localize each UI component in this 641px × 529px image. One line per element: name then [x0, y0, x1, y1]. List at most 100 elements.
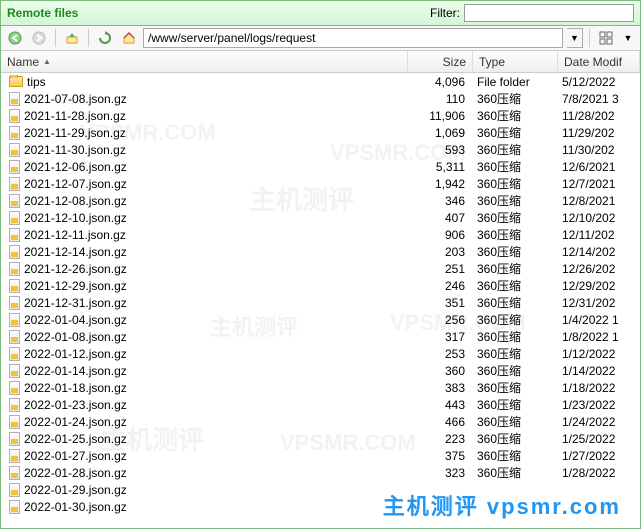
header-size[interactable]: Size	[408, 51, 473, 72]
file-row[interactable]: 2021-12-07.json.gz1,942360压缩12/7/2021	[1, 175, 640, 192]
file-row[interactable]: 2022-01-27.json.gz375360压缩1/27/2022	[1, 447, 640, 464]
file-row[interactable]: 2021-12-29.json.gz246360压缩12/29/202	[1, 277, 640, 294]
file-name: 2021-11-29.json.gz	[24, 126, 126, 140]
file-name: 2022-01-25.json.gz	[24, 432, 127, 446]
view-dropdown[interactable]: ▼	[620, 28, 636, 48]
cell-type: 360压缩	[471, 226, 556, 243]
cell-name: 2022-01-27.json.gz	[3, 449, 406, 463]
cell-name: tips	[3, 75, 406, 89]
file-row[interactable]: 2022-01-25.json.gz223360压缩1/25/2022	[1, 430, 640, 447]
archive-icon	[9, 245, 20, 259]
cell-date: 11/29/202	[556, 126, 638, 140]
cell-date: 12/8/2021	[556, 194, 638, 208]
archive-icon	[9, 313, 20, 327]
file-row[interactable]: 2022-01-23.json.gz443360压缩1/23/2022	[1, 396, 640, 413]
cell-size: 5,311	[406, 160, 471, 174]
cell-date: 1/24/2022	[556, 415, 638, 429]
cell-date: 12/11/202	[556, 228, 638, 242]
path-input[interactable]: /www/server/panel/logs/request	[143, 28, 563, 48]
cell-name: 2022-01-28.json.gz	[3, 466, 406, 480]
header-name[interactable]: Name▲	[1, 51, 408, 72]
file-name: 2021-11-30.json.gz	[24, 143, 126, 157]
up-button[interactable]	[62, 28, 82, 48]
cell-name: 2022-01-25.json.gz	[3, 432, 406, 446]
file-name: 2022-01-24.json.gz	[24, 415, 127, 429]
file-row[interactable]: 2021-07-08.json.gz110360压缩7/8/2021 3	[1, 90, 640, 107]
file-row[interactable]: 2021-12-10.json.gz407360压缩12/10/202	[1, 209, 640, 226]
cell-size: 4,096	[406, 75, 471, 89]
refresh-button[interactable]	[95, 28, 115, 48]
file-row[interactable]: 2022-01-14.json.gz360360压缩1/14/2022	[1, 362, 640, 379]
cell-size: 407	[406, 211, 471, 225]
file-row[interactable]: 2022-01-04.json.gz256360压缩1/4/2022 1	[1, 311, 640, 328]
file-list[interactable]: tips4,096File folder5/12/20222021-07-08.…	[1, 73, 640, 528]
cell-type: 360压缩	[471, 107, 556, 124]
file-name: 2022-01-29.json.gz	[24, 483, 127, 497]
file-row[interactable]: 2021-11-30.json.gz593360压缩11/30/202	[1, 141, 640, 158]
cell-name: 2021-12-10.json.gz	[3, 211, 406, 225]
cell-type: 360压缩	[471, 175, 556, 192]
file-name: 2022-01-18.json.gz	[24, 381, 127, 395]
cell-size: 317	[406, 330, 471, 344]
archive-icon	[9, 415, 20, 429]
cell-name: 2021-07-08.json.gz	[3, 92, 406, 106]
file-row[interactable]: 2022-01-12.json.gz253360压缩1/12/2022	[1, 345, 640, 362]
header-type[interactable]: Type	[473, 51, 558, 72]
filter-input[interactable]	[464, 4, 634, 22]
cell-date: 1/8/2022 1	[556, 330, 638, 344]
cell-size: 593	[406, 143, 471, 157]
file-row[interactable]: 2021-12-26.json.gz251360压缩12/26/202	[1, 260, 640, 277]
cell-date: 11/30/202	[556, 143, 638, 157]
file-row[interactable]: 2021-12-08.json.gz346360压缩12/8/2021	[1, 192, 640, 209]
cell-name: 2021-12-31.json.gz	[3, 296, 406, 310]
title-bar: Remote files Filter:	[1, 1, 640, 26]
archive-icon	[9, 296, 20, 310]
cell-type: 360压缩	[471, 379, 556, 396]
cell-type: 360压缩	[471, 209, 556, 226]
home-button[interactable]	[119, 28, 139, 48]
file-name: 2021-12-29.json.gz	[24, 279, 127, 293]
archive-icon	[9, 483, 20, 497]
header-date[interactable]: Date Modif	[558, 51, 640, 72]
file-row[interactable]: 2021-12-06.json.gz5,311360压缩12/6/2021	[1, 158, 640, 175]
path-dropdown[interactable]: ▼	[567, 28, 583, 48]
file-row[interactable]: 2021-12-11.json.gz906360压缩12/11/202	[1, 226, 640, 243]
cell-type: File folder	[471, 75, 556, 89]
cell-name: 2021-12-14.json.gz	[3, 245, 406, 259]
cell-size: 223	[406, 432, 471, 446]
forward-button[interactable]	[29, 28, 49, 48]
cell-type: 360压缩	[471, 447, 556, 464]
separator	[55, 29, 56, 47]
cell-date: 12/26/202	[556, 262, 638, 276]
file-row[interactable]: 2022-01-28.json.gz323360压缩1/28/2022	[1, 464, 640, 481]
cell-date: 1/4/2022 1	[556, 313, 638, 327]
cell-size: 383	[406, 381, 471, 395]
file-name: 2021-11-28.json.gz	[24, 109, 126, 123]
cell-date: 1/28/2022	[556, 466, 638, 480]
file-row[interactable]: 2021-12-14.json.gz203360压缩12/14/202	[1, 243, 640, 260]
file-name: 2021-12-10.json.gz	[24, 211, 127, 225]
archive-icon	[9, 364, 20, 378]
back-button[interactable]	[5, 28, 25, 48]
cell-size: 346	[406, 194, 471, 208]
cell-name: 2022-01-23.json.gz	[3, 398, 406, 412]
file-row[interactable]: tips4,096File folder5/12/2022	[1, 73, 640, 90]
archive-icon	[9, 177, 20, 191]
cell-type: 360压缩	[471, 396, 556, 413]
file-row[interactable]: 2021-12-31.json.gz351360压缩12/31/202	[1, 294, 640, 311]
file-row[interactable]: 2022-01-24.json.gz466360压缩1/24/2022	[1, 413, 640, 430]
cell-name: 2022-01-29.json.gz	[3, 483, 406, 497]
cell-name: 2022-01-12.json.gz	[3, 347, 406, 361]
remote-files-panel: Remote files Filter: /www/server/panel/l…	[0, 0, 641, 529]
file-name: 2021-12-26.json.gz	[24, 262, 127, 276]
file-row[interactable]: 2022-01-18.json.gz383360压缩1/18/2022	[1, 379, 640, 396]
cell-size: 1,942	[406, 177, 471, 191]
file-row[interactable]: 2022-01-08.json.gz317360压缩1/8/2022 1	[1, 328, 640, 345]
cell-type: 360压缩	[471, 345, 556, 362]
file-row[interactable]: 2021-11-29.json.gz1,069360压缩11/29/202	[1, 124, 640, 141]
archive-icon	[9, 398, 20, 412]
cell-size: 11,906	[406, 109, 471, 123]
view-button[interactable]	[596, 28, 616, 48]
file-row[interactable]: 2021-11-28.json.gz11,906360压缩11/28/202	[1, 107, 640, 124]
archive-icon	[9, 126, 20, 140]
